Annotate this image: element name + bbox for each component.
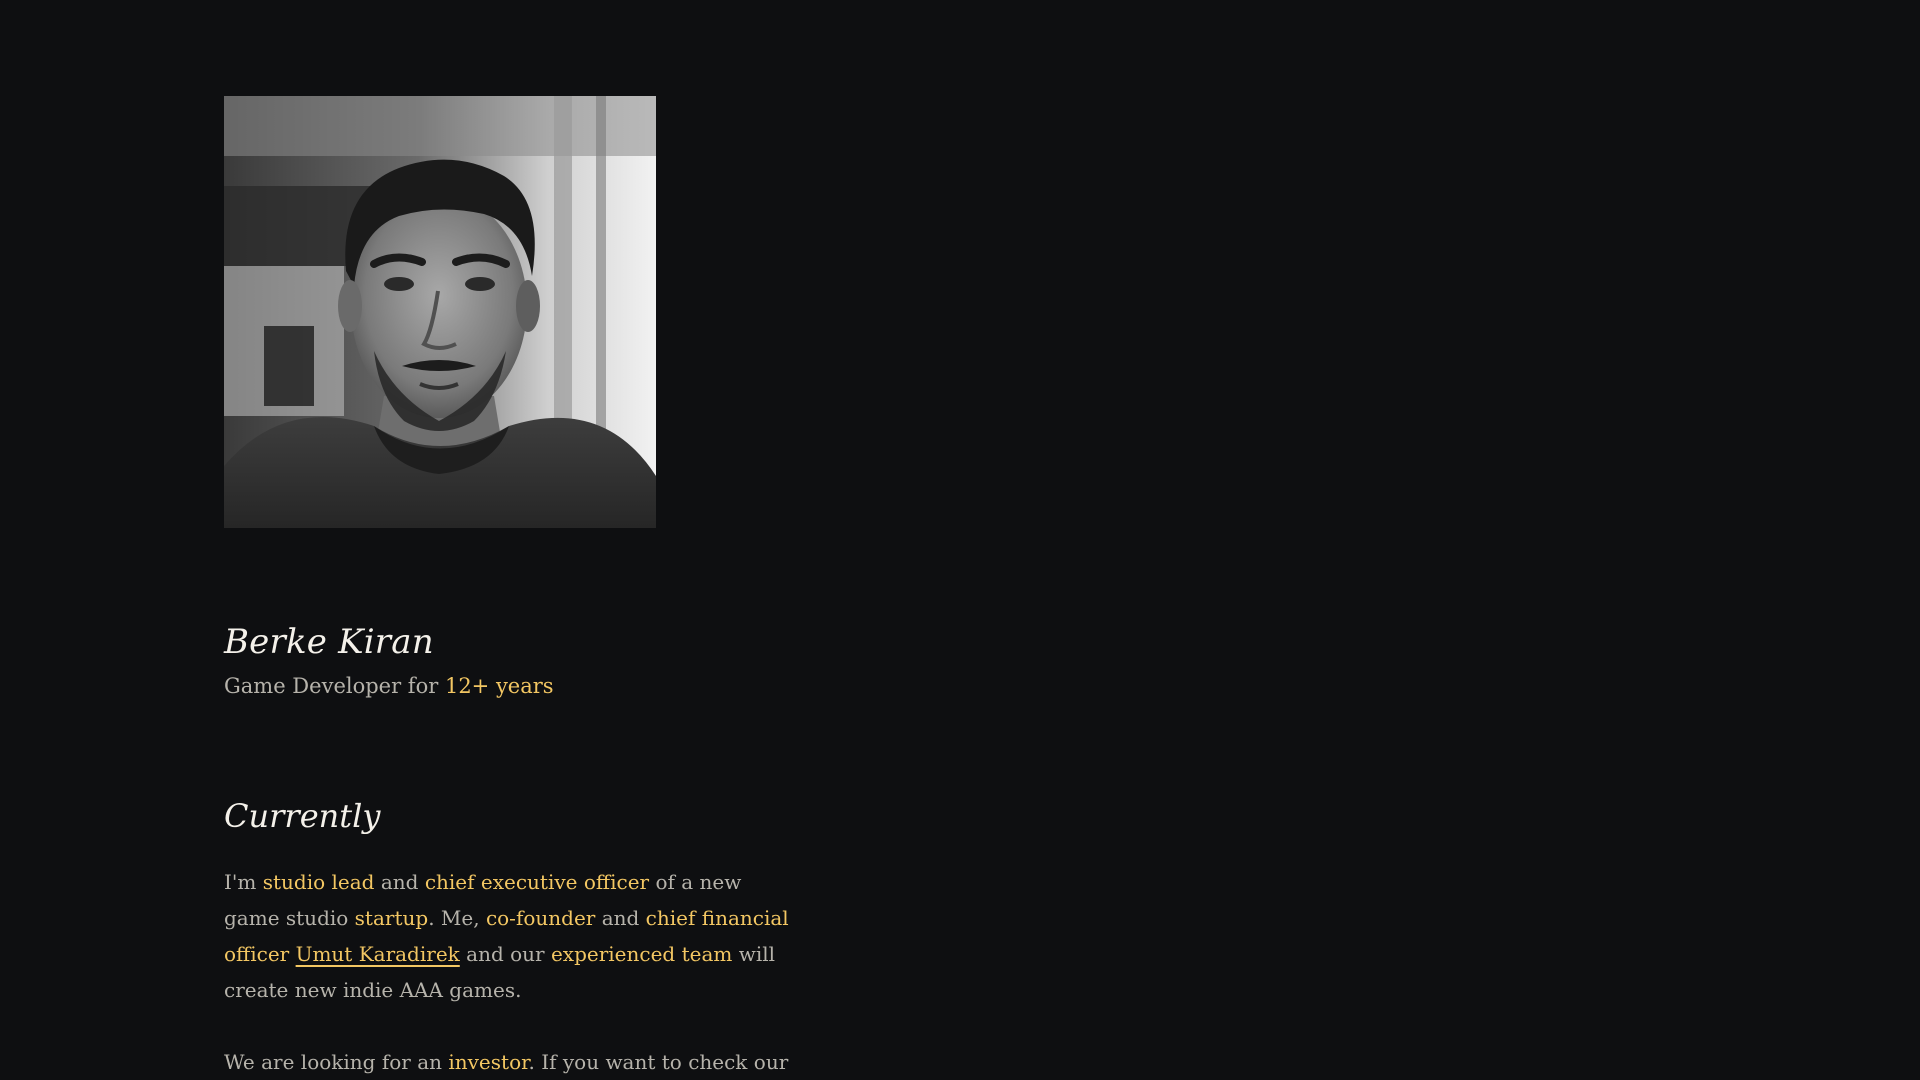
currently-heading: Currently xyxy=(224,797,381,835)
highlight-studio-lead: studio lead xyxy=(262,870,375,894)
page: Berke Kiran Game Developer for 12+ years… xyxy=(0,0,1920,1080)
text-segment: We are looking for an xyxy=(224,1050,449,1074)
text-segment: . Me, xyxy=(428,906,486,930)
profile-name: Berke Kiran xyxy=(224,622,434,662)
profile-tagline: Game Developer for 12+ years xyxy=(224,670,804,702)
text-segment: I'm xyxy=(224,870,263,894)
text-segment: and xyxy=(595,906,646,930)
highlight-co-founder: co-founder xyxy=(485,906,596,930)
profile-photo xyxy=(224,96,656,528)
highlight-investor: investor xyxy=(448,1050,529,1074)
profile-content: Berke Kiran Game Developer for 12+ years… xyxy=(224,96,804,1080)
text-segment: . If you want to check our xyxy=(528,1050,789,1074)
text-segment: and xyxy=(374,870,425,894)
experience-highlight: 12+ years xyxy=(444,674,554,698)
portrait-photo-icon xyxy=(224,96,656,528)
umut-karadirek-link[interactable]: Umut Karadirek xyxy=(296,942,460,966)
highlight-startup: startup xyxy=(354,906,429,930)
highlight-experienced-team: experienced team xyxy=(550,942,733,966)
tagline-text: Game Developer for xyxy=(224,674,445,698)
text-segment: and our xyxy=(459,942,551,966)
currently-paragraph: I'm studio lead and chief executive offi… xyxy=(224,864,799,1008)
highlight-ceo: chief executive officer xyxy=(424,870,650,894)
investor-paragraph: We are looking for an investor. If you w… xyxy=(224,1044,799,1080)
